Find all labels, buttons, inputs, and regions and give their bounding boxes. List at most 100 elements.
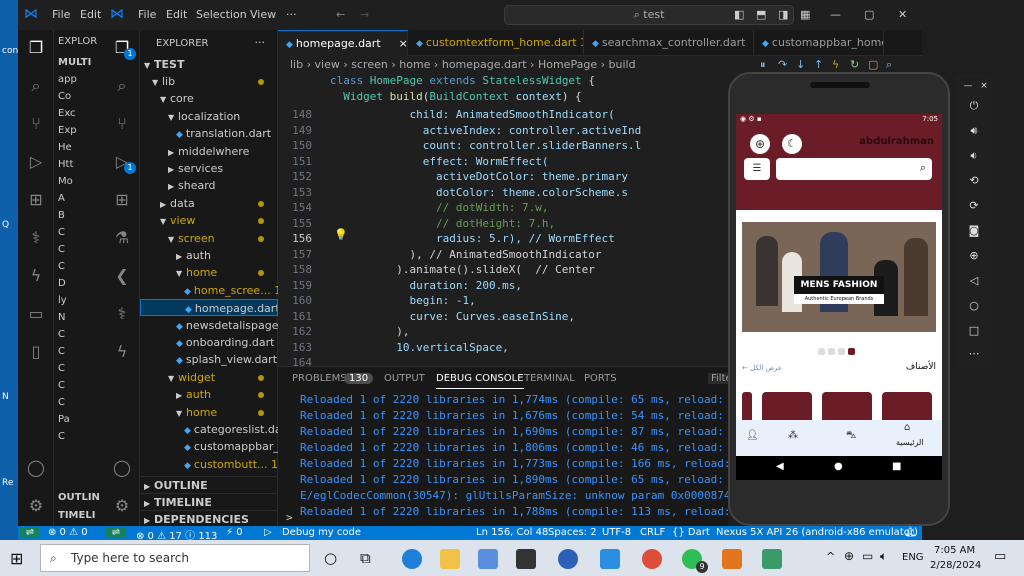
tree-folder[interactable]: ▼ lib <box>140 73 278 90</box>
tab-homepage[interactable]: ◆ homepage.dart × <box>278 30 408 56</box>
layout-panel-icon[interactable]: ⬒ <box>756 8 766 21</box>
lightning-icon[interactable]: ϟ <box>112 342 132 362</box>
code-line[interactable]: child: AnimatedSmoothIndicator( <box>330 108 614 121</box>
code-line[interactable]: // dotWidth: 7.w, <box>330 201 549 214</box>
tab-ports[interactable]: PORTS <box>584 373 617 384</box>
flutter-icon[interactable]: ❮ <box>112 266 132 286</box>
back-tree-item[interactable]: C <box>54 397 104 414</box>
tree-file[interactable]: ◆ custombutt... 1 <box>140 456 278 473</box>
breadcrumb-item[interactable]: homepage.dart <box>442 58 527 71</box>
back-tree-item[interactable]: Mo <box>54 176 104 193</box>
tree-folder[interactable]: ▼ core <box>140 90 278 107</box>
breadcrumb-item[interactable]: screen <box>351 58 388 71</box>
back-menu-file[interactable]: File <box>52 8 70 21</box>
source-control-icon[interactable]: ⑂ <box>112 114 132 134</box>
back-tree-item[interactable]: N <box>54 312 104 329</box>
step-over-icon[interactable]: ↷ <box>778 58 787 71</box>
back-tree-item[interactable]: C <box>54 227 104 244</box>
back-tree-item[interactable]: C <box>54 244 104 261</box>
code-line[interactable]: activeIndex: controller.activeInd <box>330 124 642 137</box>
clock-time[interactable]: 7:05 AM <box>934 545 975 556</box>
extensions-icon[interactable]: ⊞ <box>26 190 46 210</box>
code-line[interactable]: effect: WormEffect( <box>330 155 549 168</box>
rotate-right-icon[interactable]: ⟳ <box>966 198 982 214</box>
back-tree-item[interactable]: C <box>54 329 104 346</box>
breadcrumb-item[interactable]: view <box>315 58 340 71</box>
desktop-icon-label[interactable]: Re <box>2 478 13 488</box>
back-section[interactable]: MULTI <box>54 57 104 74</box>
breadcrumb-item[interactable]: lib <box>290 58 303 71</box>
tree-folder[interactable]: ▶ middelwhere <box>140 143 278 160</box>
eol-status[interactable]: CRLF <box>640 527 665 538</box>
inspect-icon[interactable]: ⌕ <box>886 58 892 72</box>
indentation-status[interactable]: Spaces: 2 <box>548 527 597 538</box>
more-icon[interactable]: ⋯ <box>966 346 982 362</box>
back-tree-item[interactable]: Htt <box>54 159 104 176</box>
back-menu-edit[interactable]: Edit <box>80 8 101 21</box>
menu-selection[interactable]: Selection <box>196 8 247 21</box>
tab-terminal[interactable]: TERMINAL <box>524 373 575 384</box>
code-line[interactable]: ).animate().slideX( // Center <box>330 263 595 276</box>
profile-icon[interactable]: 👤︎ <box>746 430 759 441</box>
tab-debug-console[interactable]: DEBUG CONSOLE <box>436 373 524 389</box>
back-problems-status[interactable]: ⊗ 0 ⚠ 0 <box>48 527 88 538</box>
tree-file[interactable]: ◆ onboarding.dart <box>140 334 278 351</box>
debug-session-status[interactable]: Debug my code <box>282 527 361 538</box>
search-icon[interactable]: ⌕ <box>26 76 46 96</box>
code-line[interactable]: ), // AnimatedSmoothIndicator <box>330 248 601 261</box>
desktop-icon-label[interactable]: N <box>2 392 9 402</box>
close-tab-icon[interactable]: × <box>399 37 407 50</box>
tree-folder[interactable]: ▼ view <box>140 212 278 229</box>
remote-icon[interactable]: ⇌ <box>106 527 126 538</box>
menu-view[interactable]: View <box>250 8 276 21</box>
settings-gear-icon[interactable]: ⚙ <box>112 496 132 516</box>
workspace-root[interactable]: ▼ TEST <box>140 56 278 73</box>
code-line[interactable]: 10.verticalSpace, <box>330 341 509 354</box>
back-tree-item[interactable]: D <box>54 278 104 295</box>
tree-folder[interactable]: ▼ screen <box>140 230 278 247</box>
back-tree-item[interactable]: A <box>54 193 104 210</box>
tab-customappbar[interactable]: ◆customappbar_home.c <box>754 30 884 56</box>
layout-secondary-icon[interactable]: ◨ <box>778 8 788 21</box>
language-globe-icon[interactable]: ⊕ <box>750 134 770 154</box>
android-studio-icon[interactable] <box>762 549 782 569</box>
account-icon[interactable]: ◯ <box>112 458 132 478</box>
book-icon[interactable]: ▯ <box>26 342 46 362</box>
timeline-section[interactable]: ▶ TIMELINE <box>140 493 278 510</box>
code-line[interactable]: radius: 5.r), // WormEffect <box>330 232 615 245</box>
back-tree-item[interactable]: C <box>54 431 104 448</box>
home-icon[interactable]: ⌂ <box>904 422 910 433</box>
network-globe-icon[interactable]: ⊕ <box>844 549 854 563</box>
outline-section[interactable]: ▶ OUTLINE <box>140 476 278 493</box>
stop-icon[interactable]: ▢ <box>868 58 878 71</box>
show-hidden-icons-icon[interactable]: ^ <box>826 550 835 563</box>
back-tree-item[interactable]: C <box>54 261 104 278</box>
device-status[interactable]: Nexus 5X API 26 (android-x86 emulator) <box>716 527 918 538</box>
step-out-icon[interactable]: ↑ <box>814 58 823 71</box>
category-card[interactable] <box>822 392 872 420</box>
hot-reload-icon[interactable]: ϟ <box>832 58 839 71</box>
category-card[interactable] <box>762 392 812 420</box>
tab-output[interactable]: OUTPUT <box>384 373 425 384</box>
back-outline[interactable]: OUTLIN <box>54 492 100 509</box>
testing-flask-icon[interactable]: ⚗ <box>112 228 132 248</box>
encoding-status[interactable]: UTF-8 <box>602 527 631 538</box>
back-tree-item[interactable]: He <box>54 142 104 159</box>
remote-explorer-icon[interactable]: ▭ <box>26 304 46 324</box>
menu-edit[interactable]: Edit <box>166 8 187 21</box>
source-control-icon[interactable]: ⑂ <box>26 114 46 134</box>
code-line[interactable]: dotColor: theme.colorScheme.s <box>330 186 628 199</box>
menu-file[interactable]: File <box>138 8 156 21</box>
tree-folder[interactable]: ▼ localization <box>140 108 278 125</box>
android-home-icon[interactable]: ● <box>834 461 843 472</box>
file-explorer-icon[interactable] <box>440 549 460 569</box>
code-editor[interactable]: class HomePage extends StatelessWidget {… <box>278 74 728 366</box>
volume-icon[interactable]: 🔈︎ <box>880 549 887 564</box>
breadcrumb-item[interactable]: home <box>399 58 430 71</box>
ports-status[interactable]: ⚡ 0 <box>226 527 243 538</box>
dark-mode-moon-icon[interactable]: ☾ <box>782 134 802 154</box>
code-line[interactable]: curve: Curves.easeInSine, <box>330 310 575 323</box>
android-back-icon[interactable]: ◀ <box>776 461 784 472</box>
layout-sidebar-icon[interactable]: ◧ <box>734 8 744 21</box>
restart-icon[interactable]: ↻ <box>850 58 859 71</box>
